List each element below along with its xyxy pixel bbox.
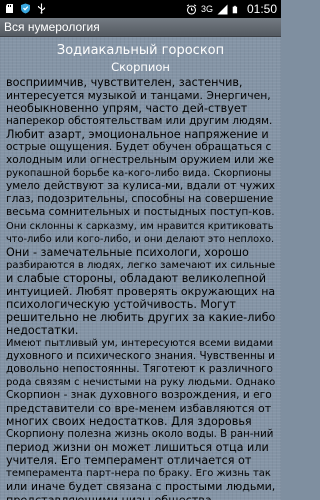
article-line: острые ощущения. Будет обучен обращаться…	[6, 141, 272, 154]
article-line: Имеют пытливый ум, интересуются всеми ви…	[6, 337, 274, 349]
article-line: представители со вре-менем избавляются о…	[6, 402, 272, 416]
alarm-icon	[186, 3, 197, 15]
article-line: Они склонны к сарказму, им нравится крит…	[6, 220, 274, 232]
app-title-bar: Вся нумерология	[0, 18, 281, 37]
article-line: интуицией. Любят проверять окружающих на	[6, 284, 276, 298]
article-line: период жизни он может лишиться отца или	[6, 441, 269, 455]
status-bar: 3G 01:50	[0, 0, 281, 18]
article-subheading: Скорпион	[111, 60, 170, 74]
article-body: восприимчив, чувствителен, застенчив, инт…	[6, 76, 275, 500]
article-line: Они - замечательные психологи, хорошо	[6, 245, 249, 259]
article-line: необыкновенно упрям, часто дей-ствует	[6, 102, 248, 116]
status-left-icons	[4, 3, 47, 14]
app-title: Вся нумерология	[4, 20, 100, 34]
article-line: Скорпиону полезна жизнь около воды. В ра…	[6, 429, 274, 441]
status-time: 01:50	[246, 2, 277, 16]
usb-icon	[37, 3, 46, 14]
article-line: весьма сомнительных и постыдных поступ-к…	[6, 206, 275, 219]
network-type: 3G	[200, 4, 213, 14]
article-line: недостатки.	[6, 323, 79, 337]
article-line: темперамента парт-нера по браку. Его жиз…	[6, 468, 271, 480]
article-line: психологическую устойчивость. Могут	[6, 297, 236, 311]
signal-icon	[217, 4, 228, 14]
article-scroll-area[interactable]: Зодиакальный гороскоп Скорпион восприимч…	[0, 37, 281, 500]
article-line: довольно непостоянны. Тяготеют к различн…	[6, 363, 273, 376]
article-line: учителя. Его темперамент отличается от	[6, 454, 252, 468]
article-line: или иначе будет связана с простыми людьм…	[6, 480, 276, 494]
article-line: глаз, подозрительны, способны на соверше…	[6, 193, 274, 206]
article-heading: Зодиакальный гороскоп	[56, 43, 225, 58]
article-line: Скорпион - знак духовного возрождения, и…	[6, 389, 272, 402]
battery-icon	[232, 5, 238, 13]
article-line: решительно не любить других за какие-либ…	[6, 310, 276, 324]
article-line: и слабые стороны, обладают великолепной	[6, 271, 266, 285]
article-line: наперекор обстоятельствам или другим люд…	[6, 115, 273, 128]
article-line: Любит азарт, эмоциональное напряжение и	[6, 128, 269, 142]
shield-icon	[21, 3, 30, 14]
sd-card-icon	[6, 4, 13, 13]
status-right-icons: 3G 01:50	[186, 2, 277, 16]
article-line: холодным или огнестрельным оружием или ж…	[6, 154, 275, 167]
article-line: разбираются в людях, легко замечают их с…	[6, 259, 276, 271]
article-line: восприимчив, чувствителен, застенчив,	[6, 76, 243, 89]
article-line: многих своих недостатков. Для здоровья	[6, 415, 252, 429]
article-line: что-либо или кого-либо, и они делают это…	[6, 233, 275, 245]
article-line: духовного и психического знания. Чувстве…	[6, 349, 276, 362]
article-line: умело действуют за кулиса-ми, вдали от ч…	[6, 180, 275, 193]
article-line: интересуется музыкой и танцами. Энергиче…	[6, 89, 271, 103]
article-line: представляющими низы общества.	[6, 493, 216, 500]
article-line: рода связям с нечистыми на руку людьми. …	[6, 377, 276, 389]
article-line: рукопашной борьбе ка-кого-либо вида. Ско…	[6, 168, 272, 180]
